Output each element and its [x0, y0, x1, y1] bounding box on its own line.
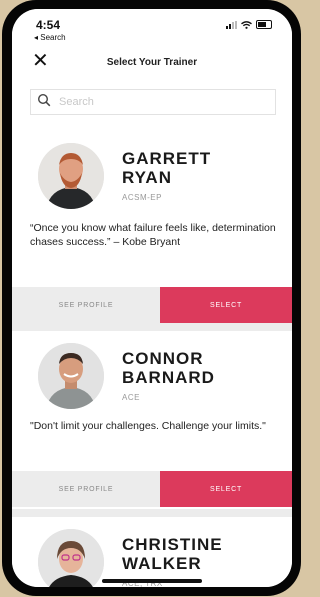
trainer-name-line1: CHRISTINE	[122, 535, 223, 554]
trainer-name-line2: BARNARD	[122, 368, 215, 387]
trainer-card: CHRISTINE WALKER ACE, TRX	[12, 517, 292, 587]
header: ✕ Select Your Trainer	[12, 45, 292, 83]
wifi-icon	[241, 20, 252, 29]
see-profile-button[interactable]: SEE PROFILE	[12, 287, 160, 323]
trainer-credentials: ACE	[122, 393, 140, 402]
trainer-name-line1: CONNOR	[122, 349, 204, 368]
trainer-card: CONNOR BARNARD ACE "Don't limit your cha…	[12, 331, 292, 509]
select-button[interactable]: SELECT	[160, 471, 292, 507]
select-button[interactable]: SELECT	[160, 287, 292, 323]
trainer-actions: SEE PROFILE SELECT	[12, 287, 292, 323]
trainer-quote: “Once you know what failure feels like, …	[30, 222, 276, 248]
search-bar	[12, 83, 292, 124]
status-bar: 4:54 ◂ Search	[12, 9, 292, 45]
page-title: Select Your Trainer	[106, 57, 198, 68]
see-profile-button[interactable]: SEE PROFILE	[12, 471, 160, 507]
status-icons	[226, 20, 272, 29]
search-input[interactable]	[57, 93, 261, 111]
trainer-name-line2: WALKER	[122, 554, 202, 573]
status-time: 4:54	[36, 18, 61, 32]
search-icon	[37, 93, 51, 107]
trainer-name-line2: RYAN	[122, 168, 172, 187]
avatar	[38, 143, 104, 209]
home-indicator	[102, 579, 202, 583]
trainer-quote: "Don't limit your challenges. Challenge …	[30, 420, 266, 432]
battery-icon	[256, 20, 272, 29]
phone-frame: 4:54 ◂ Search ✕ Select Your Trainer Sear…	[2, 0, 301, 596]
trainer-name-line1: GARRETT	[122, 149, 212, 168]
signal-icon	[226, 20, 237, 29]
avatar	[38, 343, 104, 409]
trainer-credentials: ACSM-EP	[122, 193, 162, 202]
app-screen: 4:54 ◂ Search ✕ Select Your Trainer Sear…	[12, 9, 292, 587]
trainer-card: GARRETT RYAN ACSM-EP “Once you know what…	[12, 123, 292, 323]
trainer-actions: SEE PROFILE SELECT	[12, 471, 292, 507]
avatar	[38, 529, 104, 587]
search-box[interactable]	[30, 89, 276, 115]
back-to-search-link[interactable]: ◂ Search	[34, 33, 66, 42]
